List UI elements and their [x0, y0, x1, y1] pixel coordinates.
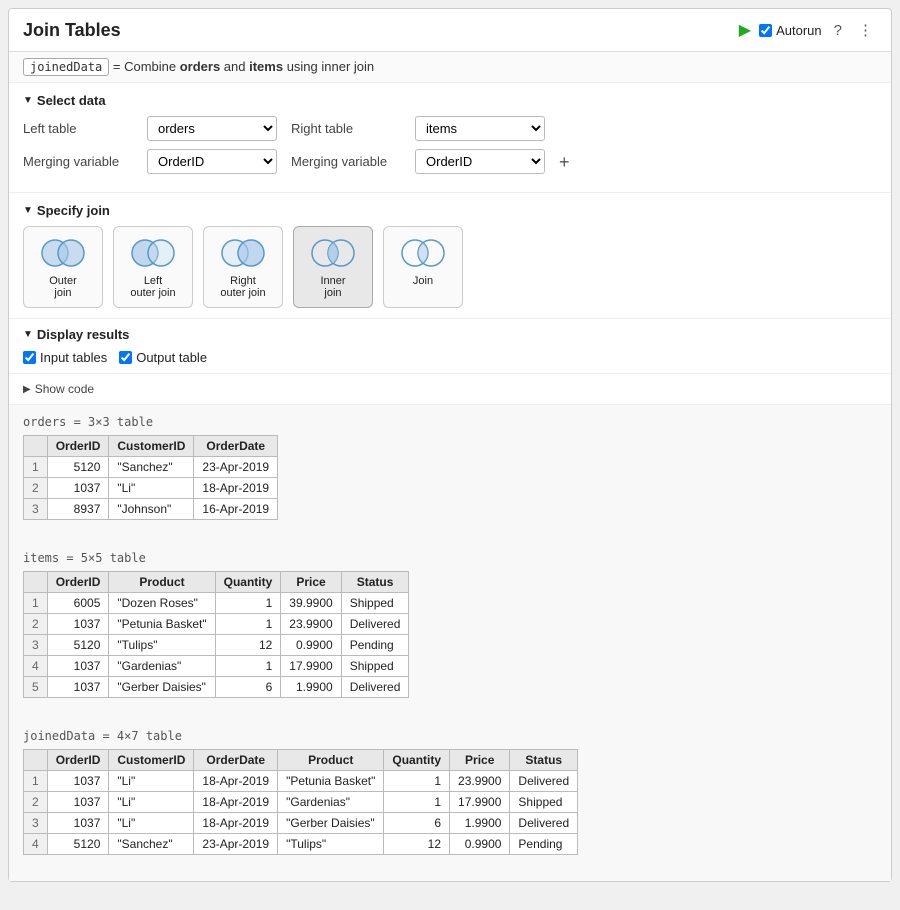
inner-join-card[interactable]: Innerjoin	[293, 226, 373, 308]
joined-header-product: Product	[278, 750, 384, 771]
joined-header-quantity: Quantity	[384, 750, 450, 771]
items-header-quantity: Quantity	[215, 572, 281, 593]
join-venn	[398, 235, 448, 271]
merge-left-select[interactable]: OrderID	[147, 149, 277, 174]
table-row: 21037"Li"18-Apr-2019	[24, 478, 278, 499]
joined-header-price: Price	[450, 750, 510, 771]
table-row: 21037"Petunia Basket"123.9900Delivered	[24, 614, 409, 635]
left-outer-join-venn	[128, 235, 178, 271]
table-row: 38937"Johnson"16-Apr-2019	[24, 499, 278, 520]
orders-header-customerid: CustomerID	[109, 436, 194, 457]
orders-header-idx	[24, 436, 48, 457]
joined-header-orderid: OrderID	[47, 750, 109, 771]
joined-table-label: joinedData = 4×7 table	[23, 729, 877, 743]
formula-code: joinedData	[23, 58, 109, 76]
right-outer-join-label: Rightouter join	[220, 275, 265, 299]
panel-header: Join Tables ▶ Autorun ? ⋮	[9, 9, 891, 52]
select-data-section: ▼ Select data Left table orders items Ri…	[9, 83, 891, 192]
left-table-select[interactable]: orders items	[147, 116, 277, 141]
table-row: 21037"Li"18-Apr-2019"Gardenias"117.9900S…	[24, 792, 578, 813]
orders-table: OrderID CustomerID OrderDate 15120"Sanch…	[23, 435, 278, 520]
inner-join-venn	[308, 235, 358, 271]
items-table: OrderID Product Quantity Price Status 16…	[23, 571, 409, 698]
output-table-checkbox[interactable]	[119, 351, 132, 364]
right-table-select[interactable]: orders items	[415, 116, 545, 141]
outer-join-card[interactable]: Outerjoin	[23, 226, 103, 308]
left-outer-join-label: Leftouter join	[130, 275, 175, 299]
table-row: 15120"Sanchez"23-Apr-2019	[24, 457, 278, 478]
merge-var-row: Merging variable OrderID Merging variabl…	[23, 149, 877, 174]
left-outer-join-card[interactable]: Leftouter join	[113, 226, 193, 308]
orders-header-orderid: OrderID	[47, 436, 109, 457]
input-tables-checkbox-label[interactable]: Input tables	[23, 350, 107, 365]
output-table-checkbox-label[interactable]: Output table	[119, 350, 207, 365]
items-header-product: Product	[109, 572, 215, 593]
items-header-idx	[24, 572, 48, 593]
run-button[interactable]: ▶	[739, 20, 751, 40]
orders-table-label: orders = 3×3 table	[23, 415, 877, 429]
table-row: 41037"Gardenias"117.9900Shipped	[24, 656, 409, 677]
help-button[interactable]: ?	[830, 20, 846, 41]
table-select-row: Left table orders items Right table orde…	[23, 116, 877, 141]
table-row: 45120"Sanchez"23-Apr-2019"Tulips"120.990…	[24, 834, 578, 855]
right-table-label: Right table	[291, 121, 401, 136]
header-icons: ▶ Autorun ? ⋮	[739, 19, 877, 41]
table-row: 31037"Li"18-Apr-2019"Gerber Daisies"61.9…	[24, 813, 578, 834]
right-outer-join-card[interactable]: Rightouter join	[203, 226, 283, 308]
more-button[interactable]: ⋮	[854, 19, 877, 41]
specify-join-header[interactable]: ▼ Specify join	[23, 203, 877, 218]
page-title: Join Tables	[23, 20, 121, 41]
joined-header-idx	[24, 750, 48, 771]
specify-join-section: ▼ Specify join Outerjoin	[9, 192, 891, 318]
table-row: 35120"Tulips"120.9900Pending	[24, 635, 409, 656]
table-row: 16005"Dozen Roses"139.9900Shipped	[24, 593, 409, 614]
display-results-header[interactable]: ▼ Display results	[23, 327, 877, 342]
join-label: Join	[413, 275, 433, 287]
orders-header-orderdate: OrderDate	[194, 436, 278, 457]
items-header-price: Price	[281, 572, 341, 593]
merge-right-select[interactable]: OrderID	[415, 149, 545, 174]
items-header-status: Status	[341, 572, 409, 593]
display-options-row: Input tables Output table	[23, 350, 877, 365]
joined-header-customerid: CustomerID	[109, 750, 194, 771]
formula-bar: joinedData = Combine orders and items us…	[9, 52, 891, 83]
data-output-section: orders = 3×3 table OrderID CustomerID Or…	[9, 404, 891, 881]
table-row: 11037"Li"18-Apr-2019"Petunia Basket"123.…	[24, 771, 578, 792]
left-table-label: Left table	[23, 121, 133, 136]
items-header-orderid: OrderID	[47, 572, 109, 593]
table-row: 51037"Gerber Daisies"61.9900Delivered	[24, 677, 409, 698]
items-table-label: items = 5×5 table	[23, 551, 877, 565]
right-outer-join-venn	[218, 235, 268, 271]
autorun-label[interactable]: Autorun	[759, 23, 822, 38]
add-merge-button[interactable]: +	[559, 153, 570, 171]
input-tables-checkbox[interactable]	[23, 351, 36, 364]
inner-join-label: Innerjoin	[320, 275, 345, 299]
joined-header-orderdate: OrderDate	[194, 750, 278, 771]
autorun-checkbox[interactable]	[759, 24, 772, 37]
join-card[interactable]: Join	[383, 226, 463, 308]
join-options: Outerjoin Leftouter join	[23, 226, 877, 308]
joined-table: OrderID CustomerID OrderDate Product Qua…	[23, 749, 578, 855]
display-results-section: ▼ Display results Input tables Output ta…	[9, 318, 891, 373]
select-data-header[interactable]: ▼ Select data	[23, 93, 877, 108]
show-code-row[interactable]: ▶ Show code	[9, 373, 891, 404]
merge-right-label: Merging variable	[291, 154, 401, 169]
merge-left-label: Merging variable	[23, 154, 133, 169]
joined-header-status: Status	[510, 750, 578, 771]
outer-join-label: Outerjoin	[49, 275, 77, 299]
outer-join-venn	[38, 235, 88, 271]
